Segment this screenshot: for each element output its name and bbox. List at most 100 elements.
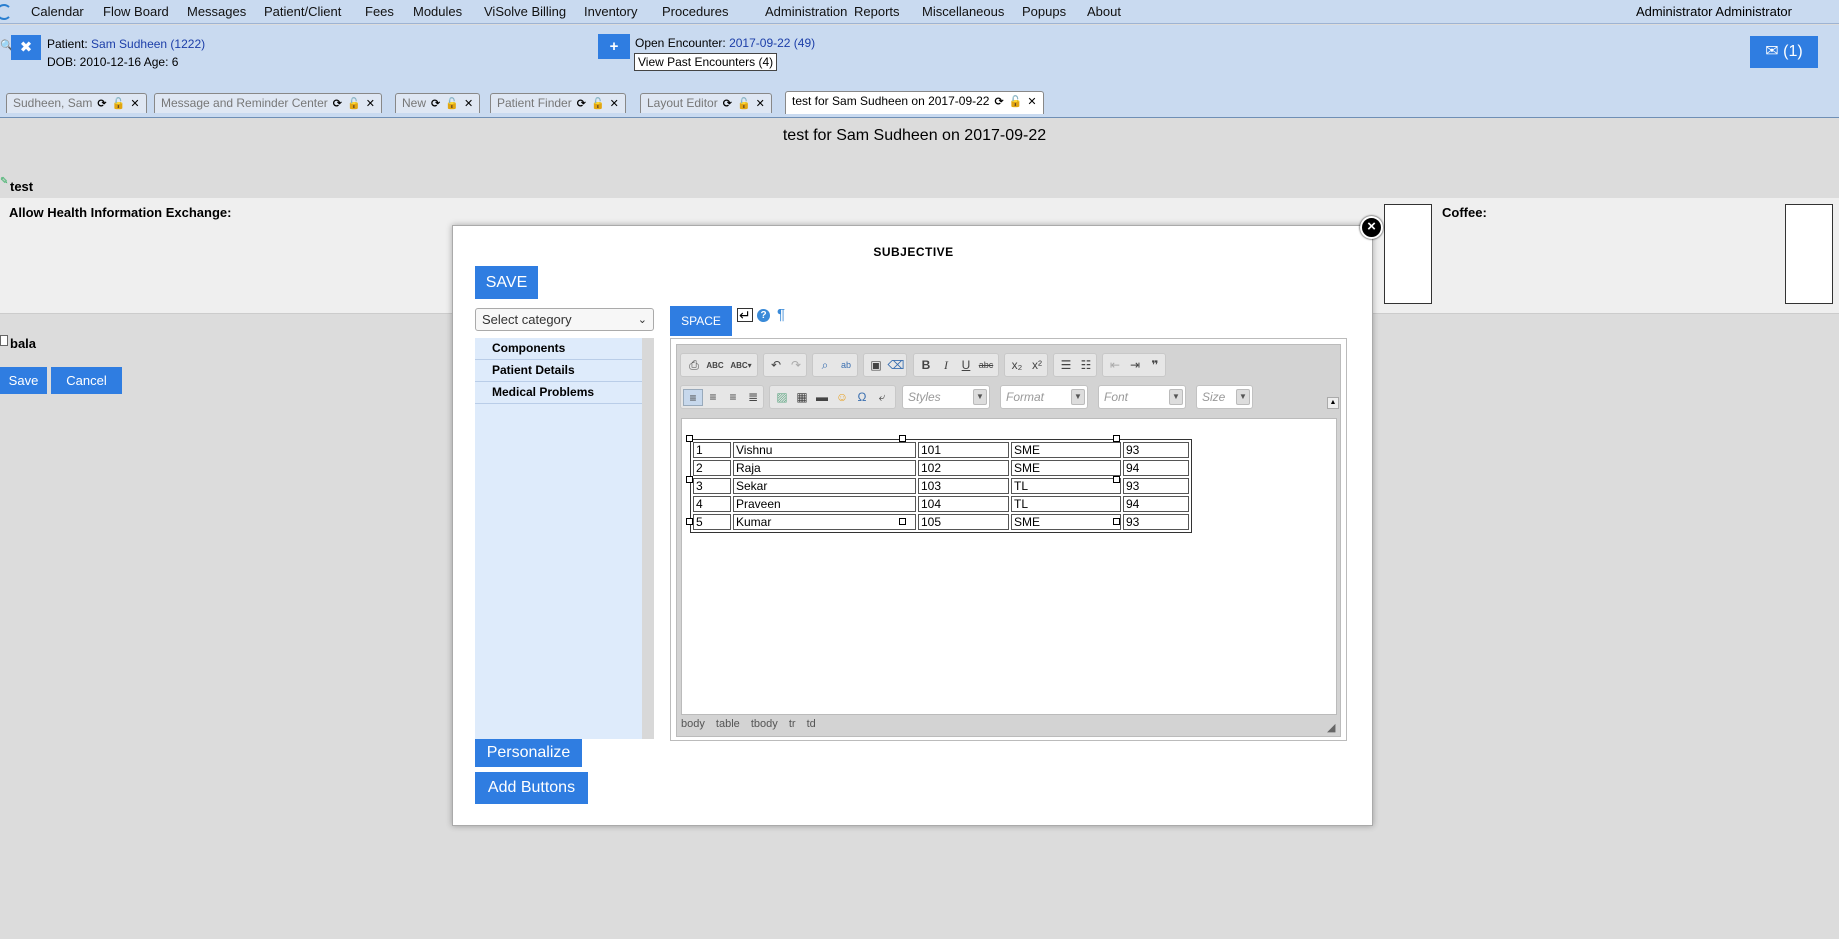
align-right-icon[interactable]: ≡ (723, 389, 743, 406)
table-cell[interactable]: SME (1011, 442, 1121, 458)
align-justify-icon[interactable]: ≣ (743, 389, 763, 406)
hie-field[interactable] (1384, 204, 1432, 304)
resize-handle[interactable] (899, 435, 906, 442)
close-icon[interactable]: ✕ (464, 98, 473, 110)
refresh-icon[interactable]: ⟳ (431, 98, 440, 110)
unlock-icon[interactable]: 🔓 (591, 98, 605, 110)
outdent-icon[interactable]: ⇤ (1105, 357, 1125, 374)
select-all-icon[interactable]: ▣ (866, 357, 886, 374)
messages-button[interactable]: ✉ (1) (1750, 36, 1818, 68)
unlock-icon[interactable]: 🔓 (737, 98, 751, 110)
refresh-icon[interactable]: ⟳ (97, 98, 106, 110)
menu-about[interactable]: About (1087, 4, 1121, 19)
tab-message-reminder-center[interactable]: Message and Reminder Center ⟳ 🔓 ✕ (154, 93, 382, 113)
personalize-button[interactable]: Personalize (475, 739, 582, 767)
category-item-patient-details[interactable]: Patient Details (475, 360, 642, 382)
table-cell[interactable]: 93 (1123, 478, 1189, 494)
page-break-icon[interactable]: ⤶ (872, 389, 892, 406)
menu-visolve-billing[interactable]: ViSolve Billing (484, 4, 566, 19)
table-cell[interactable]: 3 (693, 478, 731, 494)
special-char-icon[interactable]: Ω (852, 389, 872, 406)
category-select[interactable]: Select category ⌄ (475, 308, 654, 331)
encounter-link[interactable]: 2017-09-22 (49) (729, 36, 815, 50)
table-icon[interactable]: ▦ (792, 389, 812, 406)
tab-patient-finder[interactable]: Patient Finder ⟳ 🔓 ✕ (490, 93, 626, 113)
menu-procedures[interactable]: Procedures (662, 4, 728, 19)
unlock-icon[interactable]: 🔓 (112, 98, 126, 110)
bala-checkbox[interactable] (0, 335, 8, 346)
path-td[interactable]: td (807, 718, 816, 730)
blockquote-icon[interactable]: ❞ (1145, 357, 1165, 374)
strikethrough-icon[interactable]: abc (976, 357, 996, 374)
align-left-icon[interactable]: ≡ (683, 389, 703, 406)
path-body[interactable]: body (681, 718, 705, 730)
styles-combo[interactable]: Styles ▼ (902, 385, 990, 409)
horizontal-line-icon[interactable]: ▬ (812, 389, 832, 406)
undo-icon[interactable]: ↶ (766, 357, 786, 374)
table-cell[interactable]: 105 (918, 514, 1009, 530)
resize-handle[interactable] (686, 518, 693, 525)
unlock-icon[interactable]: 🔓 (347, 98, 361, 110)
table-cell[interactable]: TL (1011, 496, 1121, 512)
tab-layout-editor[interactable]: Layout Editor ⟳ 🔓 ✕ (640, 93, 772, 113)
table-cell[interactable]: 4 (693, 496, 731, 512)
save-button[interactable]: Save (0, 367, 47, 394)
numbered-list-icon[interactable]: ☰ (1056, 357, 1076, 374)
resize-handle[interactable] (1113, 435, 1120, 442)
menu-flow-board[interactable]: Flow Board (103, 4, 169, 19)
menu-miscellaneous[interactable]: Miscellaneous (922, 4, 1004, 19)
tab-sudheen-sam[interactable]: Sudheen, Sam ⟳ 🔓 ✕ (6, 93, 147, 113)
resize-grip-icon[interactable]: ◢ (1327, 721, 1335, 734)
unlock-icon[interactable]: 🔓 (1009, 96, 1023, 108)
menu-fees[interactable]: Fees (365, 4, 394, 19)
resize-handle[interactable] (899, 518, 906, 525)
edit-icon[interactable]: ✎ (0, 176, 8, 187)
editor-content-area[interactable]: 1 Vishnu 101 SME 93 2 Raja 102 SME 94 3 … (681, 418, 1337, 715)
refresh-icon[interactable]: ⟳ (994, 96, 1003, 108)
path-table[interactable]: table (716, 718, 740, 730)
image-icon[interactable]: ▨ (772, 389, 792, 406)
table-cell[interactable]: Kumar (733, 514, 916, 530)
resize-handle[interactable] (686, 476, 693, 483)
coffee-field[interactable] (1785, 204, 1833, 304)
category-item-medical-problems[interactable]: Medical Problems (475, 382, 642, 404)
font-combo[interactable]: Font ▼ (1098, 385, 1186, 409)
remove-format-icon[interactable]: ⌫ (886, 357, 906, 374)
close-icon[interactable]: ✕ (366, 98, 375, 110)
print-icon[interactable]: ⎙ (684, 357, 704, 374)
menu-administration[interactable]: Administration (765, 4, 847, 19)
redo-icon[interactable]: ↷ (786, 357, 806, 374)
subscript-icon[interactable]: x₂ (1007, 357, 1027, 374)
table-cell[interactable]: 104 (918, 496, 1009, 512)
refresh-icon[interactable]: ⟳ (333, 98, 342, 110)
close-icon[interactable]: ✕ (610, 98, 619, 110)
table-cell[interactable]: Sekar (733, 478, 916, 494)
new-encounter-button[interactable]: + (598, 34, 630, 59)
table-cell[interactable]: 93 (1123, 514, 1189, 530)
table-cell[interactable]: 1 (693, 442, 731, 458)
patient-name-link[interactable]: Sam Sudheen (1222) (91, 37, 205, 51)
indent-icon[interactable]: ⇥ (1125, 357, 1145, 374)
bold-icon[interactable]: B (916, 357, 936, 374)
table-cell[interactable]: SME (1011, 460, 1121, 476)
menu-patient-client[interactable]: Patient/Client (264, 4, 341, 19)
table-cell[interactable]: SME (1011, 514, 1121, 530)
tab-encounter-form[interactable]: test for Sam Sudheen on 2017-09-22 ⟳ 🔓 ✕ (785, 91, 1044, 114)
table-cell[interactable]: Praveen (733, 496, 916, 512)
table-cell[interactable]: Vishnu (733, 442, 916, 458)
pilcrow-icon[interactable]: ¶ (777, 306, 785, 323)
menu-reports[interactable]: Reports (854, 4, 900, 19)
menu-inventory[interactable]: Inventory (584, 4, 637, 19)
collapse-toolbar-icon[interactable]: ▲ (1327, 397, 1339, 409)
bulleted-list-icon[interactable]: ☷ (1076, 357, 1096, 374)
space-button[interactable]: SPACE (670, 306, 732, 336)
format-combo[interactable]: Format ▼ (1000, 385, 1088, 409)
table-cell[interactable]: 94 (1123, 460, 1189, 476)
table-cell[interactable]: Raja (733, 460, 916, 476)
close-icon[interactable]: ✕ (130, 98, 139, 110)
spellcheck-icon[interactable]: ABC (705, 357, 725, 374)
italic-icon[interactable]: I (936, 357, 956, 374)
close-icon[interactable]: ✕ (1027, 96, 1036, 108)
menu-popups[interactable]: Popups (1022, 4, 1066, 19)
menu-modules[interactable]: Modules (413, 4, 462, 19)
